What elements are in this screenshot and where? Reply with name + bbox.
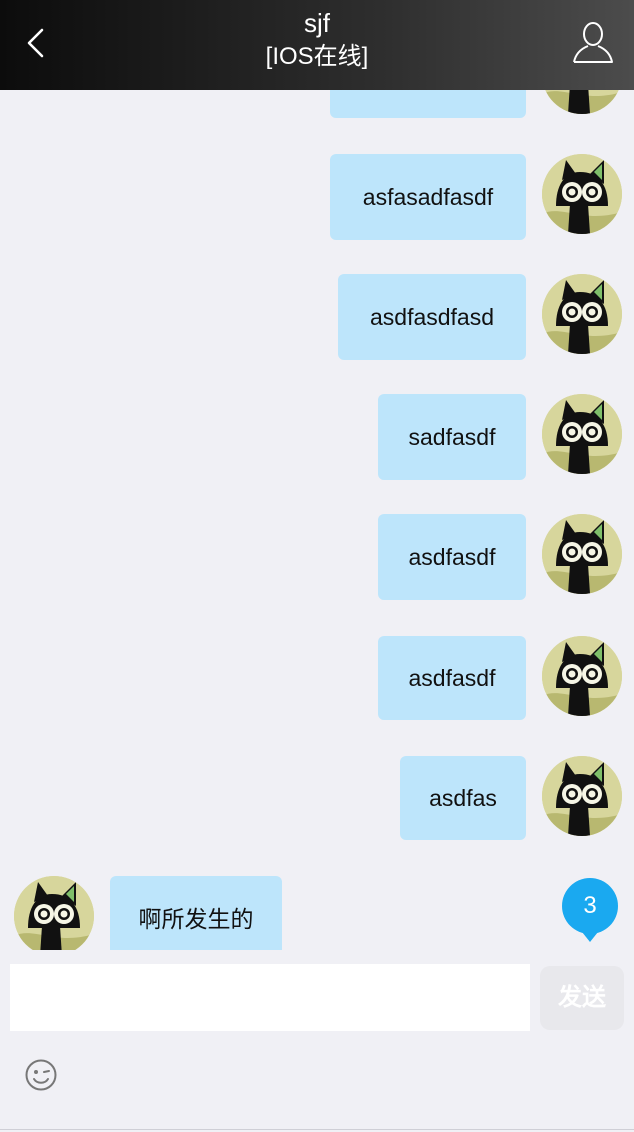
emoji-button[interactable] bbox=[24, 1058, 58, 1092]
message-text: asdfas bbox=[429, 785, 497, 811]
unread-count-badge[interactable]: 3 bbox=[562, 878, 618, 942]
message-text: asdfasdf bbox=[408, 544, 496, 570]
user-avatar[interactable] bbox=[542, 274, 622, 354]
bottom-divider bbox=[0, 1129, 634, 1130]
message-bubble[interactable]: asdfasdf bbox=[378, 636, 526, 720]
cat-avatar-image bbox=[542, 274, 622, 354]
cat-avatar-image bbox=[542, 756, 622, 836]
cat-avatar-image bbox=[542, 636, 622, 716]
message-text: asdfasdf bbox=[408, 665, 496, 691]
cat-avatar-image bbox=[542, 154, 622, 234]
user-avatar[interactable] bbox=[542, 394, 622, 474]
message-text: asdfasdfasd bbox=[369, 304, 495, 330]
user-profile-icon bbox=[573, 22, 613, 63]
profile-button[interactable] bbox=[570, 18, 616, 68]
emoji-icon bbox=[25, 1059, 57, 1091]
message-bubble[interactable]: sadfasdf bbox=[378, 394, 526, 480]
message-text: 啊所发生的 bbox=[138, 906, 254, 932]
contact-name: sjf bbox=[304, 8, 330, 38]
message-text: asfasadfasdf bbox=[362, 184, 494, 210]
title-block: sjf [IOS在线] bbox=[0, 6, 634, 74]
contact-avatar[interactable] bbox=[14, 876, 94, 950]
user-avatar[interactable] bbox=[542, 154, 622, 234]
message-text: sadfasdf bbox=[408, 424, 496, 450]
message-bubble[interactable]: asdfas bbox=[400, 756, 526, 840]
cat-avatar-image bbox=[14, 876, 94, 950]
cat-avatar-image bbox=[542, 90, 622, 114]
message-bubble[interactable]: asfasadfasdf bbox=[330, 154, 526, 240]
cat-avatar-image bbox=[542, 394, 622, 474]
message-input[interactable] bbox=[10, 964, 530, 1031]
message-list[interactable]: asfasadfasdf asdfasdfasd sadfasdf asdfas… bbox=[0, 90, 634, 950]
online-status: [IOS在线] bbox=[265, 43, 369, 70]
chat-header: sjf [IOS在线] bbox=[0, 0, 634, 90]
user-avatar[interactable] bbox=[542, 756, 622, 836]
user-avatar[interactable] bbox=[542, 514, 622, 594]
cat-avatar-image bbox=[542, 514, 622, 594]
user-avatar[interactable] bbox=[542, 90, 622, 114]
message-bubble[interactable] bbox=[330, 90, 526, 118]
message-bubble[interactable]: 啊所发生的 bbox=[110, 876, 282, 950]
user-avatar[interactable] bbox=[542, 636, 622, 716]
message-bubble[interactable]: asdfasdfasd bbox=[338, 274, 526, 360]
message-bubble[interactable]: asdfasdf bbox=[378, 514, 526, 600]
send-button[interactable]: 发送 bbox=[540, 966, 624, 1030]
